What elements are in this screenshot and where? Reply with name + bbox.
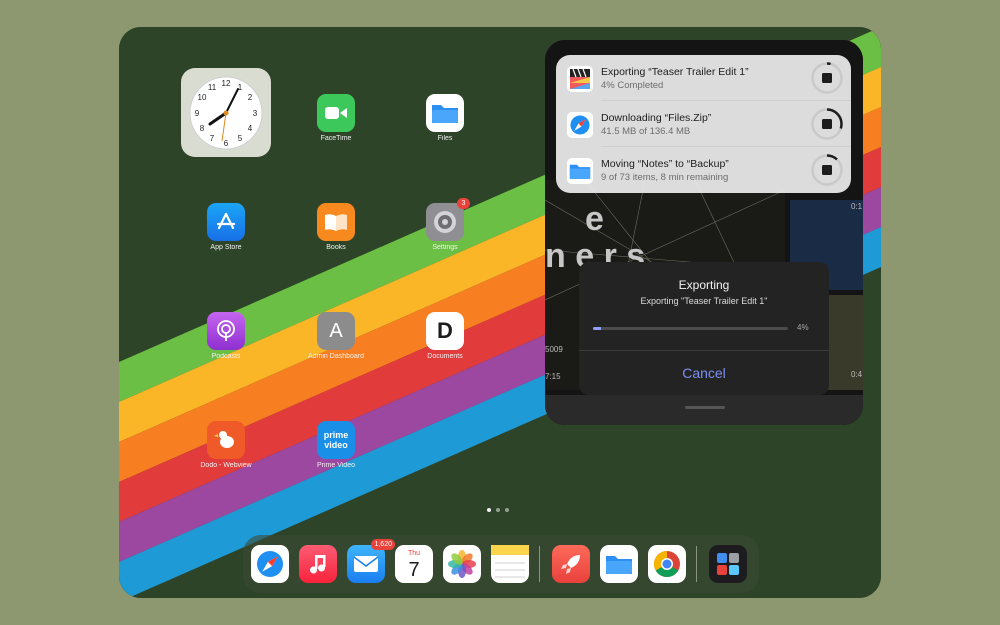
app-label: Settings bbox=[432, 244, 458, 251]
app-label: Dodo - Webview bbox=[200, 462, 252, 469]
settings-icon: 3 bbox=[426, 198, 470, 241]
dock-divider bbox=[696, 546, 697, 582]
app-settings[interactable]: 3 Settings bbox=[410, 198, 480, 251]
app-label: App Store bbox=[210, 244, 242, 251]
stop-button[interactable] bbox=[810, 107, 844, 141]
timecode: 5009 bbox=[545, 345, 563, 354]
progress-item[interactable]: Downloading “Files.Zip” 41.5 MB of 136.4… bbox=[556, 101, 851, 147]
settings-badge: 3 bbox=[457, 198, 470, 209]
export-progress-fill bbox=[593, 327, 601, 330]
music-icon[interactable] bbox=[299, 545, 337, 583]
clock-widget[interactable]: 12 1 2 345 678 9 10 11 bbox=[181, 68, 271, 157]
dodo-icon bbox=[207, 421, 245, 459]
podcasts-icon bbox=[207, 312, 245, 350]
app-facetime[interactable]: FaceTime bbox=[301, 94, 371, 142]
page-dot bbox=[505, 508, 509, 512]
app-label: Files bbox=[437, 135, 453, 142]
final-cut-icon bbox=[566, 65, 594, 93]
app-prime-video[interactable]: prime video Prime Video bbox=[301, 421, 371, 469]
progress-panel: Exporting “Teaser Trailer Edit 1” 4% Com… bbox=[556, 55, 851, 193]
app-library-icon[interactable] bbox=[709, 545, 747, 583]
svg-text:10: 10 bbox=[198, 93, 207, 102]
timecode: 0:4 bbox=[851, 370, 863, 379]
app-files[interactable]: Files bbox=[410, 94, 480, 142]
progress-title: Moving “Notes” to “Backup” bbox=[601, 158, 729, 170]
timecode: 0:1 bbox=[851, 202, 863, 211]
files-icon bbox=[566, 157, 594, 185]
photos-icon[interactable] bbox=[443, 545, 481, 583]
app-podcasts[interactable]: Podcasts bbox=[191, 312, 261, 360]
mail-badge: 1,620 bbox=[371, 539, 395, 550]
dialog-title: Exporting bbox=[678, 278, 730, 292]
progress-subtitle: 41.5 MB of 136.4 MB bbox=[601, 126, 691, 137]
svg-text:2: 2 bbox=[248, 93, 253, 102]
admin-dashboard-icon: A bbox=[317, 312, 355, 350]
progress-title: Downloading “Files.Zip” bbox=[601, 112, 712, 124]
app-dodo-webview[interactable]: Dodo - Webview bbox=[191, 421, 261, 469]
books-icon bbox=[317, 203, 355, 241]
app-label: Admin Dashboard bbox=[307, 353, 365, 360]
mail-icon[interactable]: 1,620 bbox=[347, 539, 395, 583]
dock: 1,620 Thu 7 bbox=[243, 535, 759, 593]
export-progress-bar bbox=[593, 327, 788, 330]
app-store-icon bbox=[207, 203, 245, 241]
ipad-screen: 12 1 2 345 678 9 10 11 FaceTime Files App St… bbox=[119, 27, 881, 598]
documents-icon: D bbox=[426, 312, 464, 350]
app-books[interactable]: Books bbox=[301, 203, 371, 251]
analog-clock-icon: 12 12 345 678 9 1011 bbox=[189, 76, 263, 149]
prime-video-icon: prime video bbox=[317, 421, 355, 459]
safari-icon bbox=[566, 111, 594, 139]
svg-text:4: 4 bbox=[248, 124, 253, 133]
svg-text:9: 9 bbox=[195, 109, 200, 118]
rocket-icon[interactable] bbox=[552, 545, 590, 583]
svg-text:3: 3 bbox=[253, 109, 258, 118]
app-label: Documents bbox=[427, 353, 463, 360]
app-app-store[interactable]: App Store bbox=[191, 203, 261, 251]
calendar-icon[interactable]: Thu 7 bbox=[395, 545, 433, 583]
notes-icon[interactable] bbox=[491, 545, 529, 583]
app-label: Podcasts bbox=[211, 353, 241, 360]
safari-icon[interactable] bbox=[251, 545, 289, 583]
video-overlay-text: e bbox=[585, 200, 604, 238]
files-icon[interactable] bbox=[600, 545, 638, 583]
files-icon bbox=[426, 94, 464, 132]
chrome-icon[interactable] bbox=[648, 545, 686, 583]
export-dialog: Exporting Exporting "Teaser Trailer Edit… bbox=[579, 262, 829, 395]
progress-item[interactable]: Moving “Notes” to “Backup” 9 of 73 items… bbox=[556, 147, 851, 193]
app-documents[interactable]: D Documents bbox=[410, 312, 480, 360]
stop-button[interactable] bbox=[810, 61, 844, 95]
progress-title: Exporting “Teaser Trailer Edit 1” bbox=[601, 66, 749, 78]
app-label: Prime Video bbox=[316, 462, 355, 469]
dialog-subtitle: Exporting "Teaser Trailer Edit 1" bbox=[640, 296, 768, 306]
svg-text:6: 6 bbox=[224, 139, 229, 148]
svg-text:8: 8 bbox=[200, 124, 205, 133]
progress-item[interactable]: Exporting “Teaser Trailer Edit 1” 4% Com… bbox=[556, 55, 851, 101]
app-label: FaceTime bbox=[320, 135, 352, 142]
svg-text:11: 11 bbox=[208, 83, 217, 92]
page-indicator[interactable] bbox=[487, 508, 509, 512]
svg-text:5: 5 bbox=[238, 134, 243, 143]
export-percent: 4% bbox=[797, 323, 809, 332]
app-admin-dashboard[interactable]: A Admin Dashboard bbox=[301, 312, 371, 360]
page-dot bbox=[496, 508, 500, 512]
dock-divider bbox=[539, 546, 540, 582]
cancel-button[interactable]: Cancel bbox=[579, 351, 829, 395]
progress-subtitle: 9 of 73 items, 8 min remaining bbox=[601, 172, 729, 183]
timecode: 7:15 bbox=[545, 372, 561, 381]
progress-subtitle: 4% Completed bbox=[601, 80, 664, 91]
svg-text:7: 7 bbox=[210, 134, 215, 143]
stop-button[interactable] bbox=[810, 153, 844, 187]
svg-text:12: 12 bbox=[222, 79, 231, 88]
page-dot bbox=[487, 508, 491, 512]
app-label: Books bbox=[326, 244, 346, 251]
facetime-icon bbox=[317, 94, 355, 132]
svg-text:1: 1 bbox=[238, 83, 243, 92]
